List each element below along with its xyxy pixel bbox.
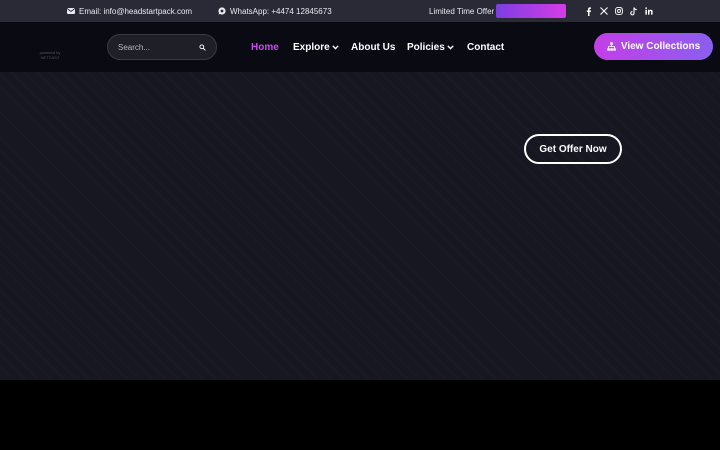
top-bar: Email: info@headstartpack.com WhatsApp: …	[0, 0, 720, 22]
hero-section: Get Offer Now	[0, 72, 720, 380]
content-area	[0, 380, 720, 450]
nav-home[interactable]: Home	[251, 22, 279, 72]
whatsapp-icon	[218, 7, 226, 15]
search-icon[interactable]	[199, 43, 206, 51]
nav-home-label: Home	[251, 41, 279, 53]
sitemap-icon	[607, 42, 616, 51]
tiktok-link[interactable]	[630, 0, 638, 22]
facebook-icon	[586, 6, 591, 16]
linkedin-link[interactable]	[645, 0, 653, 22]
offer-button[interactable]	[496, 4, 566, 18]
chevron-down-icon	[331, 44, 339, 50]
nav-contact[interactable]: Contact	[467, 22, 504, 72]
nav-contact-label: Contact	[467, 41, 505, 53]
offer-label-text: Limited Time Offer	[429, 6, 495, 16]
email-text: Email: info@headstartpack.com	[79, 6, 193, 16]
offer-label: Limited Time Offer	[429, 0, 494, 22]
logo-line-2: NETCAST	[40, 54, 60, 60]
instagram-link[interactable]	[615, 0, 623, 22]
search-input[interactable]	[118, 42, 199, 52]
main-header: powered by NETCAST Home Explore About Us…	[0, 22, 720, 72]
view-collections-label: View Collections	[620, 41, 701, 52]
nav-policies[interactable]: Policies	[407, 22, 454, 72]
get-offer-label: Get Offer Now	[539, 143, 607, 155]
nav-explore-label: Explore	[293, 41, 330, 53]
get-offer-button[interactable]: Get Offer Now	[524, 134, 622, 164]
linkedin-icon	[645, 7, 653, 15]
envelope-icon	[67, 8, 75, 14]
whatsapp-text: WhatsApp: +4474 12845673	[230, 6, 332, 16]
x-icon	[600, 7, 608, 15]
nav-explore[interactable]: Explore	[293, 22, 339, 72]
email-contact[interactable]: Email: info@headstartpack.com	[67, 0, 192, 22]
view-collections-button[interactable]: View Collections	[594, 33, 713, 60]
whatsapp-contact[interactable]: WhatsApp: +4474 12845673	[218, 0, 332, 22]
tiktok-icon	[630, 6, 637, 15]
x-link[interactable]	[600, 0, 608, 22]
facebook-link[interactable]	[585, 0, 592, 22]
nav-policies-label: Policies	[407, 41, 445, 53]
instagram-icon	[615, 7, 623, 15]
nav-about[interactable]: About Us	[351, 22, 395, 72]
nav-about-label: About Us	[351, 41, 396, 53]
search-box	[107, 34, 217, 60]
site-logo[interactable]: powered by NETCAST	[34, 50, 66, 60]
chevron-down-icon	[447, 44, 454, 50]
